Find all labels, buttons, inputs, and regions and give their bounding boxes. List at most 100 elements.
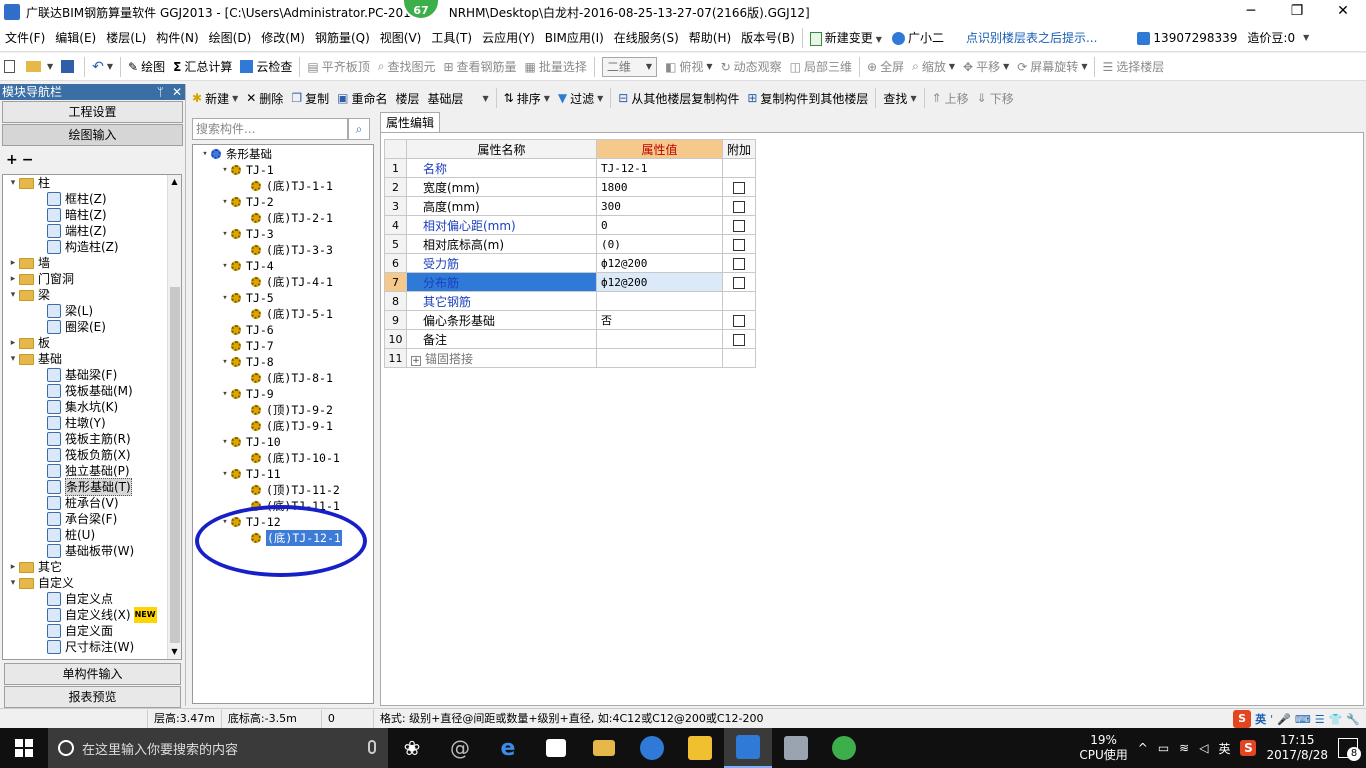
batch-select-button[interactable]: ▦ 批量选择 [521,55,591,79]
view-button[interactable]: ◧ 俯视 ▼ [661,55,717,79]
cloud-check-button[interactable]: 云检查 [236,55,296,79]
property-row[interactable]: 8 其它钢筋 [384,291,757,311]
delete-button[interactable]: ✕ 删除 [242,86,287,110]
wrench-icon[interactable]: 🔧 [1346,713,1360,726]
nav-folder[interactable]: ▸ 其它 [3,559,181,575]
nav-item[interactable]: 自定义面 [3,623,181,639]
chevron-right-icon[interactable]: ▸ [7,271,19,287]
expand-icon[interactable]: + [411,355,421,366]
chevron-down-icon[interactable]: ▼ [1303,33,1309,42]
close-button[interactable]: ✕ [1320,0,1366,24]
component-tree-item[interactable]: ▾ TJ-10 [193,434,373,450]
tray-ime-language[interactable]: 英 [1218,740,1230,757]
skin-icon[interactable]: ☰ [1315,713,1325,726]
chevron-right-icon[interactable]: ▸ [7,559,19,575]
search-input[interactable]: 搜索构件... [192,118,348,140]
menu-version[interactable]: 版本号(B) [736,29,800,46]
nav-item[interactable]: 构造柱(Z) [3,239,181,255]
chevron-right-icon[interactable]: ▸ [7,335,19,351]
nav-item[interactable]: 条形基础(T) [3,478,181,496]
chevron-down-icon[interactable]: ▾ [219,354,231,370]
taskbar-app-taskview[interactable]: ❀ [388,728,436,768]
pan-button[interactable]: ✥ 平移 ▼ [959,55,1013,79]
component-tree-item[interactable]: (顶)TJ-9-2 [193,402,373,418]
nav-folder[interactable]: ▸ 板 [3,335,181,351]
align-top-button[interactable]: ▤ 平齐板顶 [303,55,373,79]
chevron-down-icon[interactable]: ▾ [7,287,19,303]
summary-button[interactable]: Σ 汇总计算 [169,55,236,79]
draw-button[interactable]: ✎ 绘图 [124,55,169,79]
scrollbar-thumb[interactable] [170,287,180,643]
taskbar-app-notes[interactable] [676,728,724,768]
component-tree-item[interactable]: (底)TJ-10-1 [193,450,373,466]
component-tree-item[interactable]: TJ-7 [193,338,373,354]
taskbar-app-edge[interactable]: e [484,728,532,768]
undo-button[interactable]: ↶ ▼ [88,55,117,79]
property-value-cell[interactable]: 否 [596,310,723,330]
copy-to-floor-button[interactable]: ⊞ 复制构件到其他楼层 [743,86,872,110]
component-tree-item[interactable]: ▾ TJ-11 [193,466,373,482]
view-rebar-button[interactable]: ⊞ 查看钢筋量 [439,55,520,79]
minimize-button[interactable]: ─ [1228,0,1274,24]
taskbar-app-glodon[interactable] [628,728,676,768]
nav-item[interactable]: 圈梁(E) [3,319,181,335]
taskbar-app-ggj[interactable] [724,728,772,768]
component-tree-item[interactable]: ▾ TJ-1 [193,162,373,178]
property-row[interactable]: 1 名称 TJ-12-1 [384,158,757,178]
network-icon[interactable]: ▭ [1158,741,1169,755]
component-tree-item[interactable]: (底)TJ-5-1 [193,306,373,322]
chevron-down-icon[interactable]: ▾ [219,194,231,210]
component-tree-item[interactable]: ▾ TJ-8 [193,354,373,370]
draw-input-button[interactable]: 绘图输入 [2,124,183,146]
scroll-down-icon[interactable]: ▼ [168,645,181,659]
punctuation-icon[interactable]: ' [1270,713,1273,726]
component-tree-item[interactable]: (底)TJ-1-1 [193,178,373,194]
notice-text[interactable]: 点识别楼层表之后提示... [961,29,1102,46]
menu-rebar-quantity[interactable]: 钢筋量(Q) [310,29,375,46]
extra-checkbox[interactable] [733,276,745,289]
cpu-usage[interactable]: 19% CPU使用 [1079,733,1127,763]
property-value-cell[interactable]: ф12@200 [596,253,723,273]
component-tree-item[interactable]: ▾ TJ-3 [193,226,373,242]
nav-item[interactable]: 承台梁(F) [3,511,181,527]
menu-view[interactable]: 视图(V) [375,29,427,46]
nav-folder[interactable]: ▾ 基础 [3,351,181,367]
menu-draw[interactable]: 绘图(D) [204,29,257,46]
microphone-icon[interactable]: 🎤 [1277,713,1291,726]
taskbar-search[interactable]: 在这里输入你要搜索的内容 [48,728,388,768]
chevron-down-icon[interactable]: ▾ [219,434,231,450]
component-tree-item[interactable]: (底)TJ-2-1 [193,210,373,226]
taskbar-app-browser360[interactable]: @ [436,728,484,768]
menu-cloud[interactable]: 云应用(Y) [477,29,540,46]
extra-checkbox[interactable] [733,181,745,194]
menu-bim[interactable]: BIM应用(I) [540,29,609,46]
menu-floor[interactable]: 楼层(L) [101,29,151,46]
zoom-button[interactable]: ⌕ 缩放 ▼ [908,55,959,79]
taskbar-app-viewer[interactable] [772,728,820,768]
scrollbar[interactable]: ▲ ▼ [167,175,181,659]
wifi-icon[interactable]: ≋ [1179,741,1189,755]
menu-modify[interactable]: 修改(M) [256,29,310,46]
copy-button[interactable]: ❐ 复制 [287,86,333,110]
property-value-cell[interactable]: 0 [596,215,723,235]
chevron-down-icon[interactable]: ▾ [199,146,211,162]
taskbar-app-store[interactable] [532,728,580,768]
property-value-cell[interactable]: (0) [596,234,723,254]
new-change-button[interactable]: 新建变更 ▼ [805,29,887,46]
dynamic-view-button[interactable]: ↻ 动态观察 [717,55,786,79]
sort-button[interactable]: ⇅ 排序 ▼ [500,86,554,110]
new-component-button[interactable]: ✱ 新建 ▼ [188,86,242,110]
rename-button[interactable]: ▣ 重命名 [333,86,391,110]
start-button[interactable] [0,728,48,768]
nav-item[interactable]: 框柱(Z) [3,191,181,207]
find-element-button[interactable]: ⌕ 查找图元 [374,55,440,79]
sogou-tray-icon[interactable]: S [1240,740,1257,756]
property-edit-tab[interactable]: 属性编辑 [380,112,440,132]
property-value-cell[interactable]: TJ-12-1 [596,158,723,178]
chevron-down-icon[interactable]: ▾ [219,258,231,274]
nav-folder[interactable]: ▾ 梁 [3,287,181,303]
property-row[interactable]: 3 高度(mm) 300 [384,196,757,216]
project-settings-button[interactable]: 工程设置 [2,101,183,123]
nav-item[interactable]: 端柱(Z) [3,223,181,239]
component-tree-item[interactable]: TJ-6 [193,322,373,338]
